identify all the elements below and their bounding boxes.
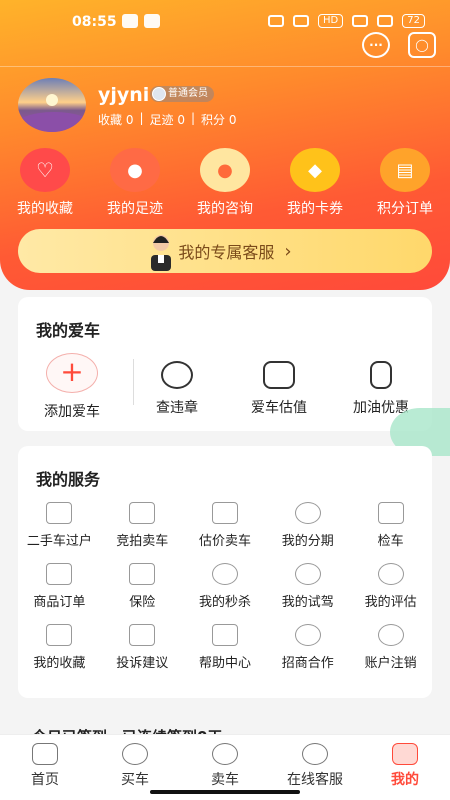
my-car-title: 我的爱车 <box>36 321 101 340</box>
profile-header: 08:55 HD 72 ··· ◯ yjyni 普通会员 收藏 0 | 足迹 0… <box>0 0 450 290</box>
complaint-icon <box>129 624 156 646</box>
points-order-icon: ▤ <box>380 148 430 192</box>
tab-home[interactable]: 首页 <box>0 735 90 800</box>
signal-icon <box>377 15 394 27</box>
service-item[interactable]: 我的试驾 <box>266 563 349 610</box>
status-time: 08:55 <box>72 14 117 30</box>
account-icon <box>377 624 404 646</box>
quick-link-consult[interactable]: ● 我的咨询 <box>180 148 270 218</box>
quick-link-points-order[interactable]: ▤ 积分订单 <box>360 148 450 218</box>
home-icon <box>32 743 58 765</box>
avatar[interactable] <box>18 78 86 132</box>
battery-icon: 72 <box>402 14 425 28</box>
service-item[interactable]: 商品订单 <box>18 563 101 610</box>
heart-icon: ♡ <box>20 148 70 192</box>
service-item[interactable]: 我的分期 <box>266 502 349 549</box>
folder-icon <box>46 624 73 646</box>
car-valuation-button[interactable]: 爱车估值 <box>228 353 330 421</box>
tab-profile[interactable]: 我的 <box>360 735 450 800</box>
service-item[interactable]: 我的评估 <box>349 563 432 610</box>
alarm-icon <box>211 563 238 585</box>
home-indicator <box>150 790 300 794</box>
service-item[interactable]: 我的收藏 <box>18 624 101 671</box>
notification-icon <box>144 14 160 28</box>
order-icon <box>46 563 73 585</box>
service-item[interactable]: 投诉建议 <box>101 624 184 671</box>
inspection-icon <box>377 502 404 524</box>
service-item[interactable]: 竞拍卖车 <box>101 502 184 549</box>
help-icon <box>211 624 238 646</box>
headset-icon <box>302 743 328 765</box>
notification-icon <box>122 14 138 28</box>
quick-links: ♡ 我的收藏 ● 我的足迹 ● 我的咨询 ◆ 我的卡券 ▤ 积分订单 <box>0 148 450 218</box>
assessment-icon <box>377 563 404 585</box>
partner-icon <box>294 624 321 646</box>
wifi-icon <box>293 15 309 27</box>
chevron-right-icon: › <box>284 240 292 262</box>
service-item[interactable]: 保险 <box>101 563 184 610</box>
service-item[interactable]: 帮助中心 <box>184 624 267 671</box>
service-item[interactable]: 二手车过户 <box>18 502 101 549</box>
points-count[interactable]: 积分 0 <box>201 111 236 128</box>
plus-icon: + <box>46 353 98 393</box>
member-badge[interactable]: 普通会员 <box>150 86 214 102</box>
auction-icon <box>129 502 156 524</box>
coupon-icon: ◆ <box>290 148 340 192</box>
profile-icon <box>392 743 418 765</box>
settings-button[interactable]: ◯ <box>408 32 436 58</box>
quick-link-favorites[interactable]: ♡ 我的收藏 <box>0 148 90 218</box>
car-valuation-icon <box>263 361 295 389</box>
pie-icon <box>294 502 321 524</box>
exclusive-service-banner[interactable]: 我的专属客服 › <box>18 229 432 273</box>
add-car-button[interactable]: + 添加爱车 <box>18 353 126 421</box>
my-services-card: 我的服务 二手车过户 竞拍卖车 估价卖车 我的分期 检车 商品订单 保险 我的秒… <box>18 446 432 698</box>
alarm-status-icon <box>268 15 284 27</box>
profile-stats: 收藏 0 | 足迹 0 | 积分 0 <box>98 111 237 128</box>
quick-link-footprints[interactable]: ● 我的足迹 <box>90 148 180 218</box>
username[interactable]: yjyni <box>98 84 149 106</box>
member-level-icon <box>152 87 166 101</box>
divider <box>0 66 450 67</box>
service-item[interactable]: 估价卖车 <box>184 502 267 549</box>
sell-car-icon <box>212 743 238 765</box>
service-item[interactable]: 检车 <box>349 502 432 549</box>
my-services-title: 我的服务 <box>36 470 101 489</box>
car-violation-button[interactable]: 查违章 <box>126 353 228 421</box>
transfer-icon <box>46 502 73 524</box>
service-item[interactable]: 我的秒杀 <box>184 563 267 610</box>
hd-icon: HD <box>318 14 344 28</box>
chat-icon: ● <box>200 148 250 192</box>
service-item[interactable]: 账户注销 <box>349 624 432 671</box>
footprint-icon: ● <box>110 148 160 192</box>
services-grid: 二手车过户 竞拍卖车 估价卖车 我的分期 检车 商品订单 保险 我的秒杀 我的试… <box>18 502 432 671</box>
customer-service-icon <box>151 235 171 271</box>
signal-icon <box>352 15 369 27</box>
insurance-icon <box>129 563 156 585</box>
calculator-icon <box>211 502 238 524</box>
violation-icon <box>161 361 193 389</box>
fuel-icon <box>370 361 392 389</box>
footprints-count[interactable]: 足迹 0 <box>150 111 185 128</box>
buy-car-icon <box>122 743 148 765</box>
service-item[interactable]: 招商合作 <box>266 624 349 671</box>
quick-link-coupons[interactable]: ◆ 我的卡券 <box>270 148 360 218</box>
steering-icon <box>294 563 321 585</box>
my-car-card: 我的爱车 + 添加爱车 查违章 爱车估值 加油优惠 <box>18 297 432 431</box>
message-button[interactable]: ··· <box>362 32 390 58</box>
favorites-count[interactable]: 收藏 0 <box>98 111 133 128</box>
